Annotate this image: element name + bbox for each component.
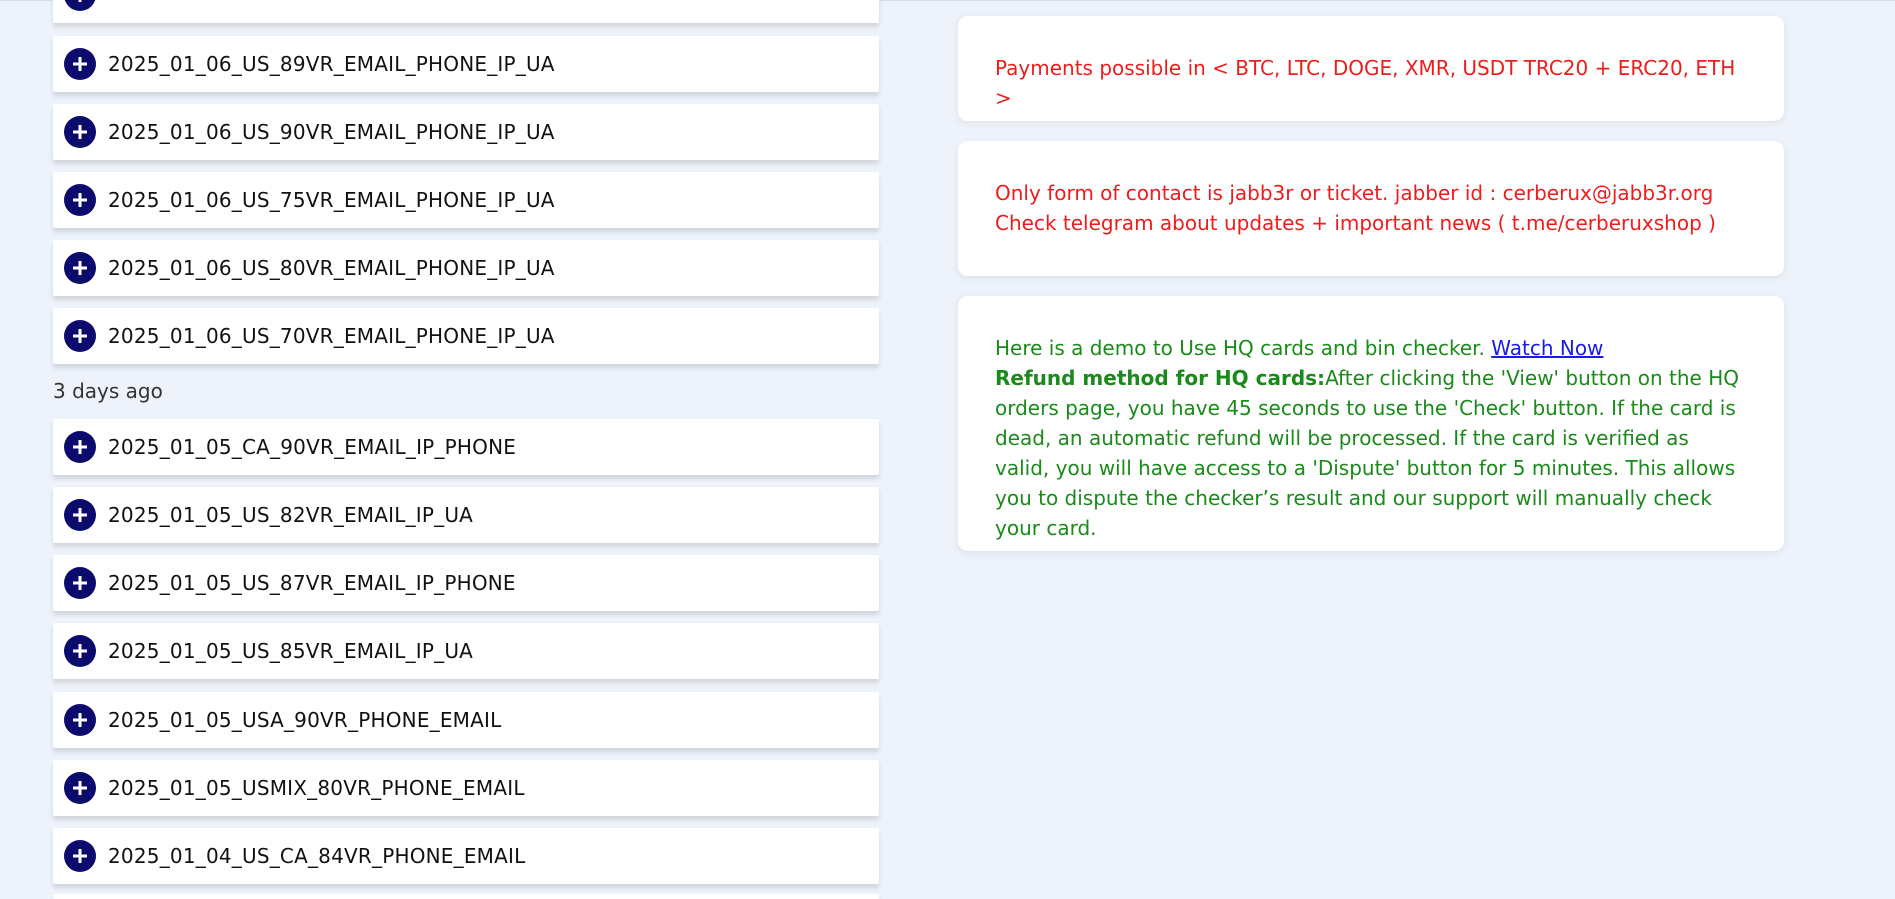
list-item-partial[interactable]: [53, 894, 879, 899]
plus-circle-icon[interactable]: [64, 772, 96, 804]
group-date-label: 3 days ago: [53, 379, 163, 403]
plus-circle-icon[interactable]: [64, 704, 96, 736]
list-item-label: 2025_01_05_CA_90VR_EMAIL_IP_PHONE: [108, 435, 517, 459]
list-item-label: 2025_01_06_US_75VR_EMAIL_PHONE_IP_UA: [108, 188, 555, 212]
plus-circle-icon[interactable]: [64, 431, 96, 463]
list-item[interactable]: 2025_01_06_US_89VR_EMAIL_PHONE_IP_UA: [53, 36, 879, 92]
demo-intro-text: Here is a demo to Use HQ cards and bin c…: [995, 336, 1492, 360]
contact-line-jabber: Only form of contact is jabb3r or ticket…: [995, 181, 1714, 205]
plus-circle-icon[interactable]: [64, 252, 96, 284]
list-item[interactable]: 2025_01_06_US_80VR_EMAIL_PHONE_IP_UA: [53, 240, 879, 296]
watch-now-link[interactable]: Watch Now: [1491, 336, 1603, 360]
plus-circle-icon[interactable]: [64, 48, 96, 80]
plus-circle-icon[interactable]: [64, 567, 96, 599]
list-item-label: 2025_01_05_USA_90VR_PHONE_EMAIL: [108, 708, 502, 732]
list-item[interactable]: 2025_01_06_US_75VR_EMAIL_PHONE_IP_UA: [53, 172, 879, 228]
payments-notice-card: Payments possible in < BTC, LTC, DOGE, X…: [958, 16, 1784, 121]
list-item-label: 2025_01_04_US_CA_84VR_PHONE_EMAIL: [108, 844, 526, 868]
plus-circle-icon[interactable]: [64, 184, 96, 216]
plus-circle-icon[interactable]: [64, 320, 96, 352]
demo-refund-card: Here is a demo to Use HQ cards and bin c…: [958, 296, 1784, 551]
list-item-label: 2025_01_05_US_85VR_EMAIL_IP_UA: [108, 639, 474, 663]
list-item-label: 2025_01_06_US_90VR_EMAIL_PHONE_IP_UA: [108, 120, 555, 144]
refund-title: Refund method for HQ cards:: [995, 366, 1326, 390]
contact-notice-card: Only form of contact is jabb3r or ticket…: [958, 141, 1784, 276]
list-item-label: 2025_01_05_US_87VR_EMAIL_IP_PHONE: [108, 571, 516, 595]
list-item[interactable]: 2025_01_05_US_85VR_EMAIL_IP_UA: [53, 623, 879, 679]
plus-circle-icon[interactable]: [64, 840, 96, 872]
list-item[interactable]: 2025_01_05_US_82VR_EMAIL_IP_UA: [53, 487, 879, 543]
plus-circle-icon[interactable]: [64, 116, 96, 148]
list-item[interactable]: 2025_01_04_US_CA_84VR_PHONE_EMAIL: [53, 828, 879, 884]
list-item[interactable]: 2025_01_05_USMIX_80VR_PHONE_EMAIL: [53, 760, 879, 816]
list-item-label: 2025_01_05_USMIX_80VR_PHONE_EMAIL: [108, 776, 525, 800]
refund-description: After clicking the 'View' button on the …: [995, 366, 1739, 540]
list-item-label: 2025_01_05_US_82VR_EMAIL_IP_UA: [108, 503, 474, 527]
list-item-partial[interactable]: [53, 0, 879, 23]
list-item[interactable]: 2025_01_06_US_90VR_EMAIL_PHONE_IP_UA: [53, 104, 879, 160]
payments-notice-text: Payments possible in < BTC, LTC, DOGE, X…: [995, 56, 1736, 110]
list-item[interactable]: 2025_01_06_US_70VR_EMAIL_PHONE_IP_UA: [53, 308, 879, 364]
list-item[interactable]: 2025_01_05_US_87VR_EMAIL_IP_PHONE: [53, 555, 879, 611]
demo-refund-text: Here is a demo to Use HQ cards and bin c…: [995, 333, 1747, 543]
list-item-label: 2025_01_06_US_89VR_EMAIL_PHONE_IP_UA: [108, 52, 555, 76]
plus-circle-icon[interactable]: [64, 499, 96, 531]
plus-circle-icon[interactable]: [64, 0, 96, 11]
plus-circle-icon[interactable]: [64, 635, 96, 667]
list-item[interactable]: 2025_01_05_USA_90VR_PHONE_EMAIL: [53, 692, 879, 748]
contact-line-telegram: Check telegram about updates + important…: [995, 211, 1716, 235]
list-item[interactable]: 2025_01_05_CA_90VR_EMAIL_IP_PHONE: [53, 419, 879, 475]
list-item-label: 2025_01_06_US_80VR_EMAIL_PHONE_IP_UA: [108, 256, 555, 280]
list-item-label: 2025_01_06_US_70VR_EMAIL_PHONE_IP_UA: [108, 324, 555, 348]
